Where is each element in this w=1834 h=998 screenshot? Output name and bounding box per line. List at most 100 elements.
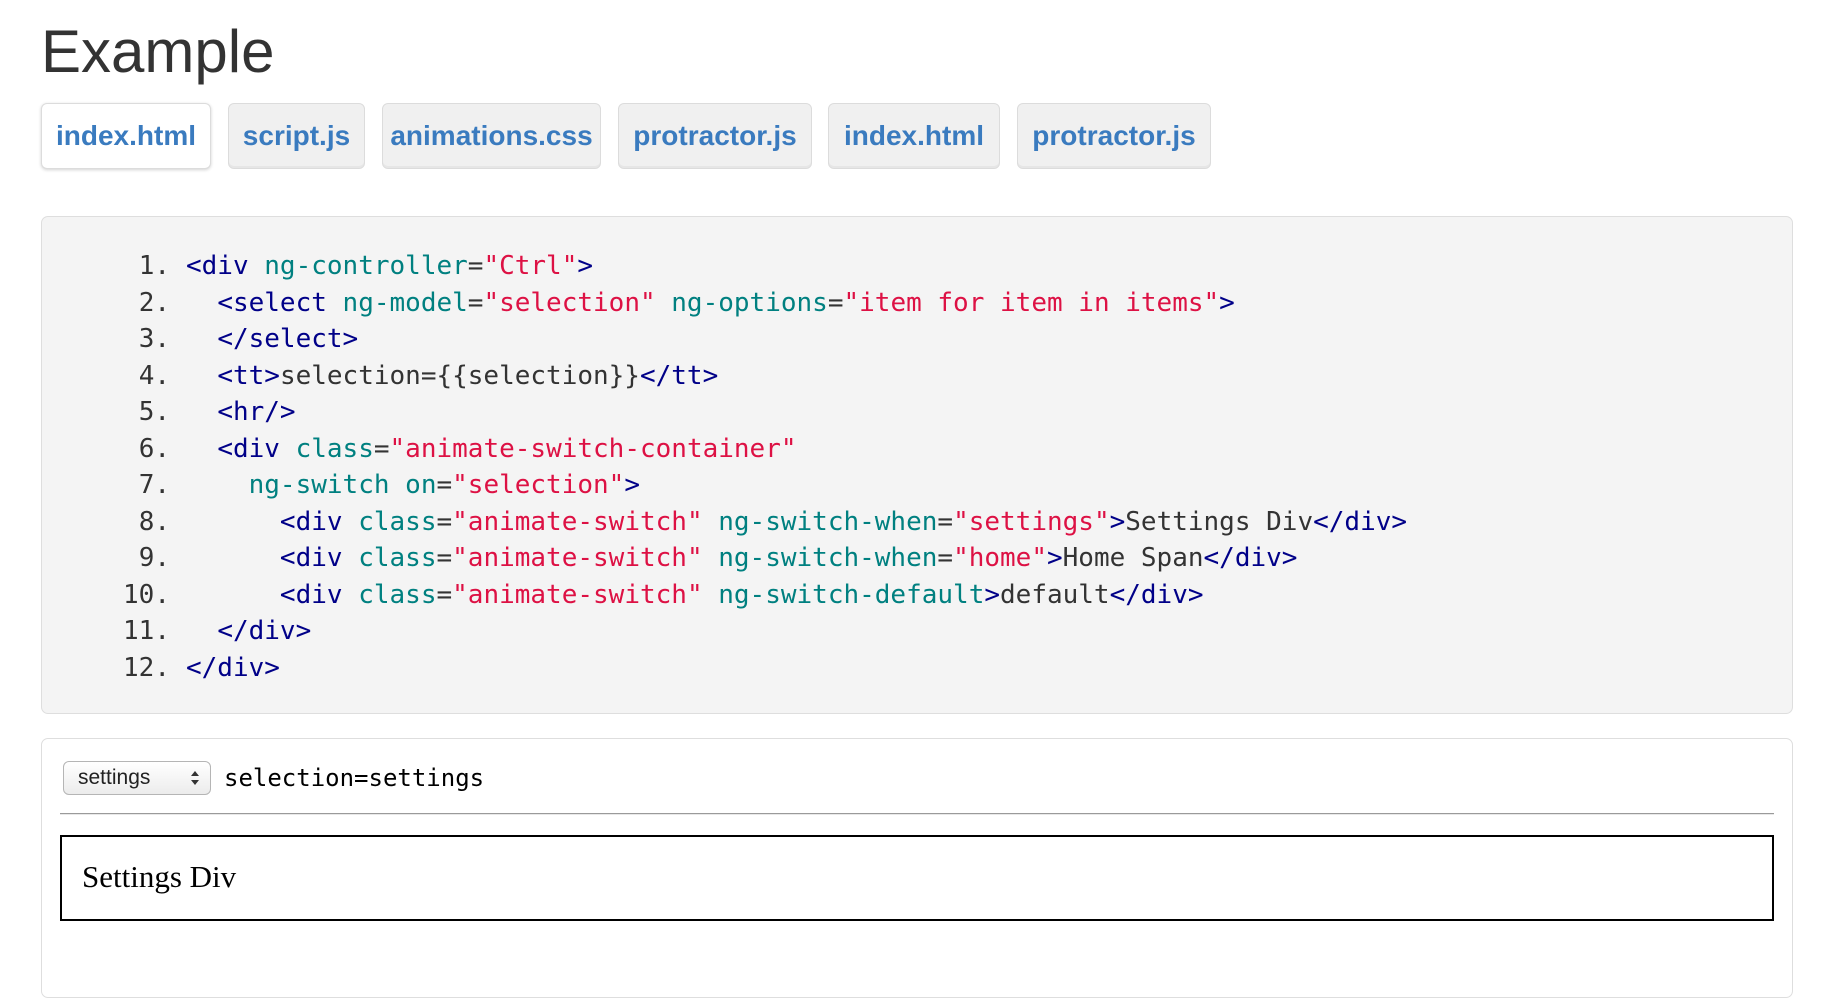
line-code: <tt>selection={{selection}}</tt>: [186, 358, 718, 394]
code-token: "selection": [452, 470, 625, 500]
code-token: "home": [953, 543, 1047, 573]
line-number: 2.: [138, 287, 170, 318]
code-token: </select>: [217, 324, 359, 354]
up-down-arrows-icon: [191, 771, 199, 785]
code-token: ng-switch-default: [718, 579, 985, 610]
line-code: <div ng-controller="Ctrl">: [186, 248, 593, 284]
selection-output: selection=settings: [224, 764, 485, 792]
code-token: class: [358, 506, 437, 537]
code-token: "item for item in items": [843, 287, 1220, 318]
code-token: "Ctrl": [483, 251, 578, 281]
tab-script-js[interactable]: script.js: [228, 103, 365, 169]
code-token: ng-switch-when: [718, 506, 938, 537]
line-number: 6.: [138, 433, 170, 464]
code-token: =: [436, 470, 453, 500]
code-token: </tt>: [639, 360, 719, 391]
code-token: </div>: [1203, 543, 1298, 573]
demo-output: settings selection=settings Settings Div: [41, 738, 1793, 998]
tab-index-html-2[interactable]: index.html: [828, 103, 1000, 169]
line-code: <div class="animate-switch-container": [186, 431, 797, 467]
code-token: ng-controller: [264, 251, 468, 281]
code-token: =: [467, 287, 484, 318]
line-number: 3.: [138, 324, 170, 354]
tab-animations-css[interactable]: animations.css: [382, 103, 601, 169]
line-code: <div class="animate-switch" ng-switch-de…: [186, 577, 1204, 613]
code-token: "settings": [953, 506, 1110, 537]
line-code: ng-switch on="selection">: [186, 467, 640, 503]
code-token: >: [577, 251, 594, 281]
line-number: 8.: [138, 506, 170, 537]
animate-switch-div: Settings Div: [60, 835, 1774, 921]
code-token: =: [467, 251, 484, 281]
tab-protractor-js-2[interactable]: protractor.js: [1017, 103, 1211, 169]
code-token: <div: [217, 433, 280, 464]
code-token: class: [358, 579, 437, 610]
horizontal-rule: [60, 813, 1774, 815]
code-listing: 1. <div ng-controller="Ctrl"> 2. <select n…: [41, 216, 1793, 714]
code-token: </div>: [186, 652, 280, 683]
code-token: "animate-switch": [452, 579, 703, 610]
code-token: class: [295, 433, 374, 464]
line-number: 7.: [138, 470, 170, 500]
line-code: </select>: [186, 321, 358, 357]
code-token: Settings Div: [1125, 506, 1314, 537]
code-token: >: [1046, 543, 1063, 573]
code-token: class: [358, 543, 437, 573]
line-number: 1.: [138, 251, 170, 281]
code-token: </div>: [217, 616, 312, 646]
line-number: 10.: [123, 579, 170, 610]
code-token: =: [436, 543, 453, 573]
code-token: <select: [217, 287, 327, 318]
line-code: <select ng-model="selection" ng-options=…: [186, 285, 1235, 321]
code-token: "animate-switch": [452, 506, 703, 537]
code-token: </div>: [1313, 506, 1408, 537]
code-token: "animate-switch": [452, 543, 703, 573]
line-code: </div>: [186, 613, 311, 649]
code-token: =: [937, 506, 954, 537]
code-token: "selection": [483, 287, 656, 318]
code-token: =: [436, 506, 453, 537]
code-token: ng-options: [671, 287, 828, 318]
line-code: <div class="animate-switch" ng-switch-wh…: [186, 504, 1407, 540]
code-token: ng-model: [342, 287, 468, 318]
code-token: =: [937, 543, 954, 573]
code-token: <div: [279, 543, 343, 573]
tab-index-html[interactable]: index.html: [41, 103, 211, 169]
code-token: <tt>: [217, 360, 280, 391]
code-token: =: [436, 579, 453, 610]
code-token: selection={{selection}}: [279, 360, 640, 391]
code-token: "animate-switch-container": [389, 433, 797, 464]
selection-dropdown-value: settings: [78, 766, 151, 789]
tab-protractor-js[interactable]: protractor.js: [618, 103, 812, 169]
line-number: 11.: [123, 616, 170, 646]
page-title: Example: [41, 18, 275, 85]
line-code: <div class="animate-switch" ng-switch-wh…: [186, 540, 1298, 576]
code-token: =: [373, 433, 390, 464]
code-token: >: [1109, 506, 1126, 537]
line-number: 9.: [138, 543, 170, 573]
selection-dropdown[interactable]: settings: [63, 761, 211, 795]
line-number: 4.: [138, 360, 170, 391]
code-token: <div: [279, 506, 343, 537]
code-token: <div: [279, 579, 343, 610]
code-token: <hr/>: [217, 397, 296, 427]
code-token: >: [984, 579, 1001, 610]
code-token: ng-switch-when: [718, 543, 938, 573]
